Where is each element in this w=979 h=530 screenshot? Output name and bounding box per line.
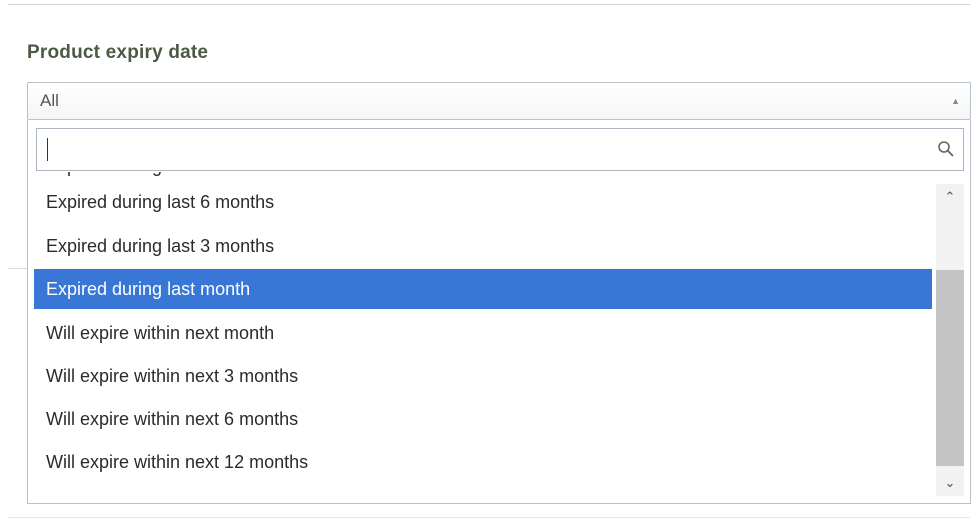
chevron-down-icon[interactable]: ⌄	[936, 470, 964, 496]
options-list[interactable]: Expired during last 12 months Expired du…	[28, 172, 934, 503]
list-item[interactable]: Will expire within next 6 months	[34, 399, 932, 439]
search-box[interactable]	[36, 128, 964, 171]
list-item[interactable]: Will expire within next 12 months	[34, 442, 932, 482]
list-item[interactable]: Will expire within next 3 months	[34, 356, 932, 396]
bottom-divider	[8, 517, 970, 518]
list-item[interactable]: Will expire within next month	[34, 313, 932, 353]
search-icon	[938, 141, 954, 157]
caret-up-icon: ▲	[951, 96, 960, 106]
selected-value: All	[40, 91, 59, 110]
list-item[interactable]: Expired during last 6 months	[34, 182, 932, 222]
dropdown-panel: Expired during last 12 months Expired du…	[27, 120, 971, 504]
list-item-selected[interactable]: Expired during last month	[34, 269, 932, 309]
panel-border	[8, 4, 970, 5]
expiry-date-select[interactable]: All ▲	[27, 82, 971, 120]
text-cursor	[47, 138, 48, 161]
page: Product expiry date All ▲ Expired during…	[0, 0, 979, 530]
search-input[interactable]	[37, 129, 937, 170]
filter-label: Product expiry date	[27, 42, 209, 63]
background-divider	[8, 268, 27, 269]
list-item[interactable]: Expired during last 3 months	[34, 226, 932, 266]
scrollbar-thumb[interactable]	[936, 270, 964, 466]
chevron-up-icon[interactable]: ⌃	[936, 184, 964, 210]
scrollbar[interactable]: ⌃ ⌄	[936, 184, 964, 496]
